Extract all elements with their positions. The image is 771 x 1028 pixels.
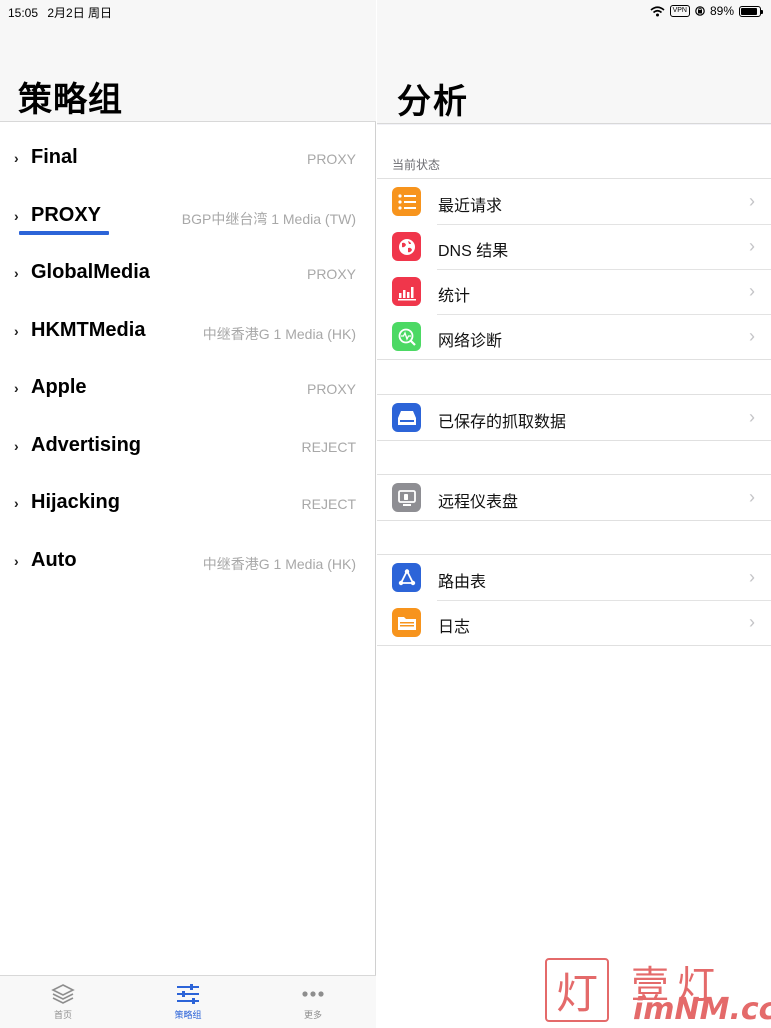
policy-name: Apple	[31, 376, 87, 398]
policy-row-hijacking[interactable]: › Hijacking REJECT	[0, 475, 376, 533]
policy-value: PROXY	[306, 151, 356, 167]
highlight-underline	[19, 230, 109, 235]
battery-icon	[739, 5, 763, 17]
page-title: 策略组	[18, 81, 123, 119]
policy-value: REJECT	[301, 496, 356, 512]
chevron-right-icon: ›	[14, 150, 19, 166]
policy-row-hkmtmedia[interactable]: › HKMTMedia 中继香港G 1 Media (HK)	[0, 303, 376, 361]
tab-label: 更多	[303, 1010, 322, 1020]
tab-label: 策略组	[174, 1010, 202, 1020]
tab-label: 首页	[53, 1010, 72, 1020]
chevron-right-icon: ›	[14, 552, 19, 569]
policy-row-proxy[interactable]: › PROXY BGP中继台湾 1 Media (TW)	[0, 188, 376, 246]
layers-icon	[51, 984, 75, 1004]
battery-percent: 89%	[709, 4, 734, 18]
tab-bar: 首页 策略组 更多	[0, 975, 376, 1028]
tab-home[interactable]: 首页	[23, 982, 103, 1021]
dashboard-icon	[392, 483, 421, 512]
policy-value: REJECT	[301, 438, 356, 455]
policy-value: PROXY	[306, 266, 356, 282]
row-network-diagnostics[interactable]: 网络诊断 ›	[377, 314, 771, 359]
watermark-logo: 灯 壹灯 imNM.cc	[545, 958, 771, 1027]
policy-row-advertising[interactable]: › Advertising REJECT	[0, 418, 376, 476]
row-recent-requests[interactable]: 最近请求 ›	[377, 179, 771, 224]
chevron-right-icon: ›	[14, 437, 19, 454]
policy-row-final[interactable]: › Final PROXY	[0, 130, 376, 188]
row-routing-table[interactable]: 路由表 ›	[377, 555, 771, 600]
battery-fill	[741, 7, 758, 15]
wifi-icon	[650, 5, 665, 16]
chevron-right-icon: ›	[14, 265, 19, 281]
chevron-right-icon: ›	[749, 191, 755, 211]
policy-name: GlobalMedia	[31, 261, 150, 283]
page-title: 分析	[397, 83, 469, 121]
policy-list: › Final PROXY › PROXY BGP中继台湾 1 Media (T…	[0, 130, 376, 590]
watermark-url: imNM.cc	[633, 992, 771, 1027]
policy-value: PROXY	[306, 381, 356, 397]
policy-name: PROXY	[31, 203, 102, 226]
row-dns-results[interactable]: DNS 结果 ›	[377, 224, 771, 269]
tab-more[interactable]: 更多	[273, 982, 353, 1021]
row-label: 远程仪表盘	[438, 494, 519, 511]
status-time: 15:05	[8, 6, 39, 20]
status-group: 最近请求 › DNS 结果 › 统计 › 网络诊断 ›	[377, 178, 771, 360]
policy-group-pane: 策略组 › Final PROXY › PROXY BGP中继台湾 1 Medi…	[0, 0, 376, 1028]
policy-value: BGP中继台湾 1 Media (TW)	[181, 210, 356, 227]
chevron-right-icon: ›	[14, 207, 19, 224]
policy-name: Hijacking	[31, 491, 120, 513]
diagnose-icon	[392, 322, 421, 351]
globe-icon	[392, 232, 421, 261]
remote-group: 远程仪表盘 ›	[377, 474, 771, 521]
chevron-right-icon: ›	[749, 407, 755, 427]
folder-icon	[392, 608, 421, 637]
row-label: DNS 结果	[438, 243, 509, 260]
more-icon	[302, 991, 324, 997]
analysis-pane: 分析 当前状态 最近请求 › DNS 结果 › 统计 › 网络诊断 › 已保存的…	[377, 0, 771, 1028]
row-saved-captures[interactable]: 已保存的抓取数据 ›	[377, 395, 771, 440]
policy-value: 中继香港G 1 Media (HK)	[202, 325, 356, 342]
policy-name: HKMTMedia	[31, 318, 146, 341]
row-label: 日志	[438, 619, 471, 636]
policy-row-globalmedia[interactable]: › GlobalMedia PROXY	[0, 245, 376, 303]
row-logs[interactable]: 日志 ›	[377, 600, 771, 645]
watermark-seal: 灯	[545, 958, 609, 1022]
row-label: 已保存的抓取数据	[438, 414, 567, 431]
analysis-list: 当前状态 最近请求 › DNS 结果 › 统计 › 网络诊断 › 已保存的抓取数…	[377, 125, 771, 1028]
status-date: 2月2日 周日	[47, 6, 113, 20]
chevron-right-icon: ›	[749, 326, 755, 346]
row-label: 路由表	[438, 574, 487, 591]
status-bar: 15:05 2月2日 周日 VPN 89%	[0, 0, 771, 22]
row-label: 网络诊断	[438, 333, 503, 350]
list-icon	[392, 187, 421, 216]
tab-policy-group[interactable]: 策略组	[148, 982, 228, 1021]
chevron-right-icon: ›	[749, 567, 755, 587]
row-remote-dashboard[interactable]: 远程仪表盘 ›	[377, 475, 771, 520]
bar-chart-icon	[392, 277, 421, 306]
orientation-lock-icon	[695, 6, 705, 16]
route-icon	[392, 563, 421, 592]
section-header: 当前状态	[392, 158, 441, 172]
vpn-badge: VPN	[669, 5, 690, 17]
row-label: 最近请求	[438, 198, 503, 215]
policy-name: Advertising	[31, 433, 142, 456]
chevron-right-icon: ›	[749, 236, 755, 256]
policy-value: 中继香港G 1 Media (HK)	[202, 555, 356, 572]
policy-name: Final	[31, 146, 78, 168]
sliders-icon	[177, 984, 199, 1004]
system-group: 路由表 › 日志 ›	[377, 554, 771, 646]
policy-name: Auto	[31, 548, 77, 571]
chevron-right-icon: ›	[14, 380, 19, 396]
drive-icon	[392, 403, 421, 432]
chevron-right-icon: ›	[14, 322, 19, 339]
chevron-right-icon: ›	[749, 612, 755, 632]
row-label: 统计	[438, 288, 471, 305]
chevron-right-icon: ›	[749, 487, 755, 507]
policy-row-auto[interactable]: › Auto 中继香港G 1 Media (HK)	[0, 533, 376, 591]
saved-group: 已保存的抓取数据 ›	[377, 394, 771, 441]
policy-row-apple[interactable]: › Apple PROXY	[0, 360, 376, 418]
chevron-right-icon: ›	[14, 495, 19, 511]
row-statistics[interactable]: 统计 ›	[377, 269, 771, 314]
chevron-right-icon: ›	[749, 281, 755, 301]
